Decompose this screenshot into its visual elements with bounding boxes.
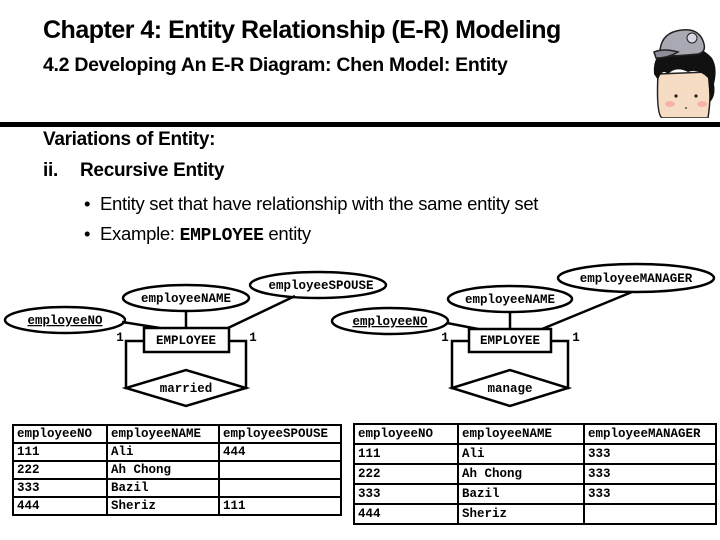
- bullet-code: EMPLOYEE: [179, 226, 264, 246]
- table-cell: 444: [12, 496, 108, 516]
- table-row: 333 Bazil 333: [353, 483, 717, 505]
- table-cell: 333: [583, 483, 717, 505]
- table-row: 111 Ali 333: [353, 443, 717, 465]
- table-row: 222 Ah Chong 333: [353, 463, 717, 485]
- column-header: employeeMANAGER: [583, 423, 717, 445]
- bullet-item: • Entity set that have relationship with …: [84, 193, 538, 215]
- key-attribute-label: employeeNO: [27, 314, 103, 328]
- table-cell: [583, 503, 717, 525]
- table-cell: 111: [353, 443, 459, 465]
- bullet-text: Entity set that have relationship with t…: [100, 193, 539, 214]
- table-cell: 333: [12, 478, 108, 498]
- table-cell: [218, 460, 342, 480]
- subsection-title: Recursive Entity: [80, 160, 225, 181]
- subsection-heading: ii. Recursive Entity: [43, 160, 224, 182]
- column-header: employeeNAME: [457, 423, 585, 445]
- cardinality-label: 1: [441, 331, 449, 345]
- bullet-item: • Example: EMPLOYEE entity: [84, 223, 311, 246]
- table-cell: 333: [583, 443, 717, 465]
- cardinality-label: 1: [572, 331, 580, 345]
- table-cell: 444: [353, 503, 459, 525]
- spouse-table: employeeNO employeeNAME employeeSPOUSE 1…: [12, 424, 342, 516]
- attribute-label: employeeNAME: [465, 293, 555, 307]
- cardinality-label: 1: [249, 331, 257, 345]
- connector-line: [124, 339, 145, 390]
- table-cell: Ah Chong: [457, 463, 585, 485]
- entity-label: EMPLOYEE: [156, 334, 216, 348]
- column-header: employeeSPOUSE: [218, 424, 342, 444]
- slide-subtitle: 4.2 Developing An E-R Diagram: Chen Mode…: [43, 54, 508, 76]
- relationship-label: married: [160, 382, 213, 396]
- attribute-label: employeeNAME: [141, 292, 231, 306]
- table-cell: Ali: [106, 442, 220, 462]
- table-cell: Sheriz: [106, 496, 220, 516]
- column-header: employeeNO: [353, 423, 459, 445]
- relationship-label: manage: [487, 382, 532, 396]
- connector-line: [541, 290, 633, 331]
- connector-line: [450, 339, 470, 390]
- table-cell: Ali: [457, 443, 585, 465]
- recursive-attribute-label: employeeSPOUSE: [268, 279, 373, 293]
- connector-line: [550, 339, 570, 390]
- connector-line: [227, 294, 296, 330]
- table-cell: 111: [218, 496, 342, 516]
- section-heading: Variations of Entity:: [43, 129, 216, 150]
- table-row: 222 Ah Chong: [12, 460, 342, 480]
- table-cell: Bazil: [457, 483, 585, 505]
- table-cell: 444: [218, 442, 342, 462]
- cardinality-label: 1: [116, 331, 124, 345]
- table-cell: 333: [353, 483, 459, 505]
- table-cell: Sheriz: [457, 503, 585, 525]
- subsection-number: ii.: [43, 160, 58, 181]
- column-header: employeeNO: [12, 424, 108, 444]
- manager-table: employeeNO employeeNAME employeeMANAGER …: [353, 423, 717, 525]
- table-cell: 333: [583, 463, 717, 485]
- table-cell: Ah Chong: [106, 460, 220, 480]
- table-cell: Bazil: [106, 478, 220, 498]
- er-diagrams: employeeNAME employeeNO employeeSPOUSE E…: [3, 262, 716, 408]
- entity-label: EMPLOYEE: [480, 334, 540, 348]
- table-cell: 111: [12, 442, 108, 462]
- table-cell: 222: [353, 463, 459, 485]
- table-row: 333 Bazil: [12, 478, 342, 498]
- key-attribute-label: employeeNO: [352, 315, 428, 329]
- table-header-row: employeeNO employeeNAME employeeSPOUSE: [12, 424, 342, 444]
- table-cell: 222: [12, 460, 108, 480]
- bullet-prefix: Example:: [100, 223, 180, 244]
- bullet-icon: •: [84, 193, 91, 214]
- recursive-attribute-label: employeeMANAGER: [580, 272, 693, 286]
- title-divider: [0, 122, 720, 127]
- connector-line: [228, 339, 248, 390]
- bullet-icon: •: [84, 223, 91, 244]
- table-cell: [218, 478, 342, 498]
- table-row: 444 Sheriz 111: [12, 496, 342, 516]
- table-row: 111 Ali 444: [12, 442, 342, 462]
- cartoon-character-cap-icon: [648, 22, 718, 119]
- slide-title: Chapter 4: Entity Relationship (E-R) Mod…: [43, 16, 561, 44]
- table-header-row: employeeNO employeeNAME employeeMANAGER: [353, 423, 717, 445]
- table-row: 444 Sheriz: [353, 503, 717, 525]
- bullet-suffix: entity: [263, 223, 311, 244]
- column-header: employeeNAME: [106, 424, 220, 444]
